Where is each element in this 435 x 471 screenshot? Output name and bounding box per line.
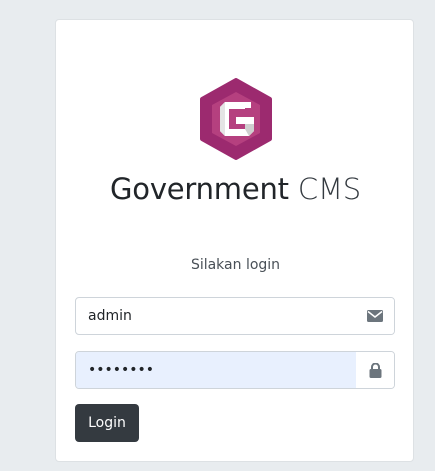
app-title: Government CMS xyxy=(56,172,415,206)
envelope-icon xyxy=(356,298,394,334)
username-input[interactable] xyxy=(76,298,356,334)
app-title-light: CMS xyxy=(297,172,361,206)
username-field-group xyxy=(75,297,395,335)
password-field-group xyxy=(75,351,395,389)
lock-icon xyxy=(356,352,394,388)
login-card: Government CMS Silakan login Login xyxy=(55,19,414,462)
login-prompt: Silakan login xyxy=(190,257,281,273)
government-cms-logo xyxy=(200,78,272,160)
login-button[interactable]: Login xyxy=(75,404,139,442)
password-input[interactable] xyxy=(76,352,356,388)
app-title-bold: Government xyxy=(110,172,289,206)
